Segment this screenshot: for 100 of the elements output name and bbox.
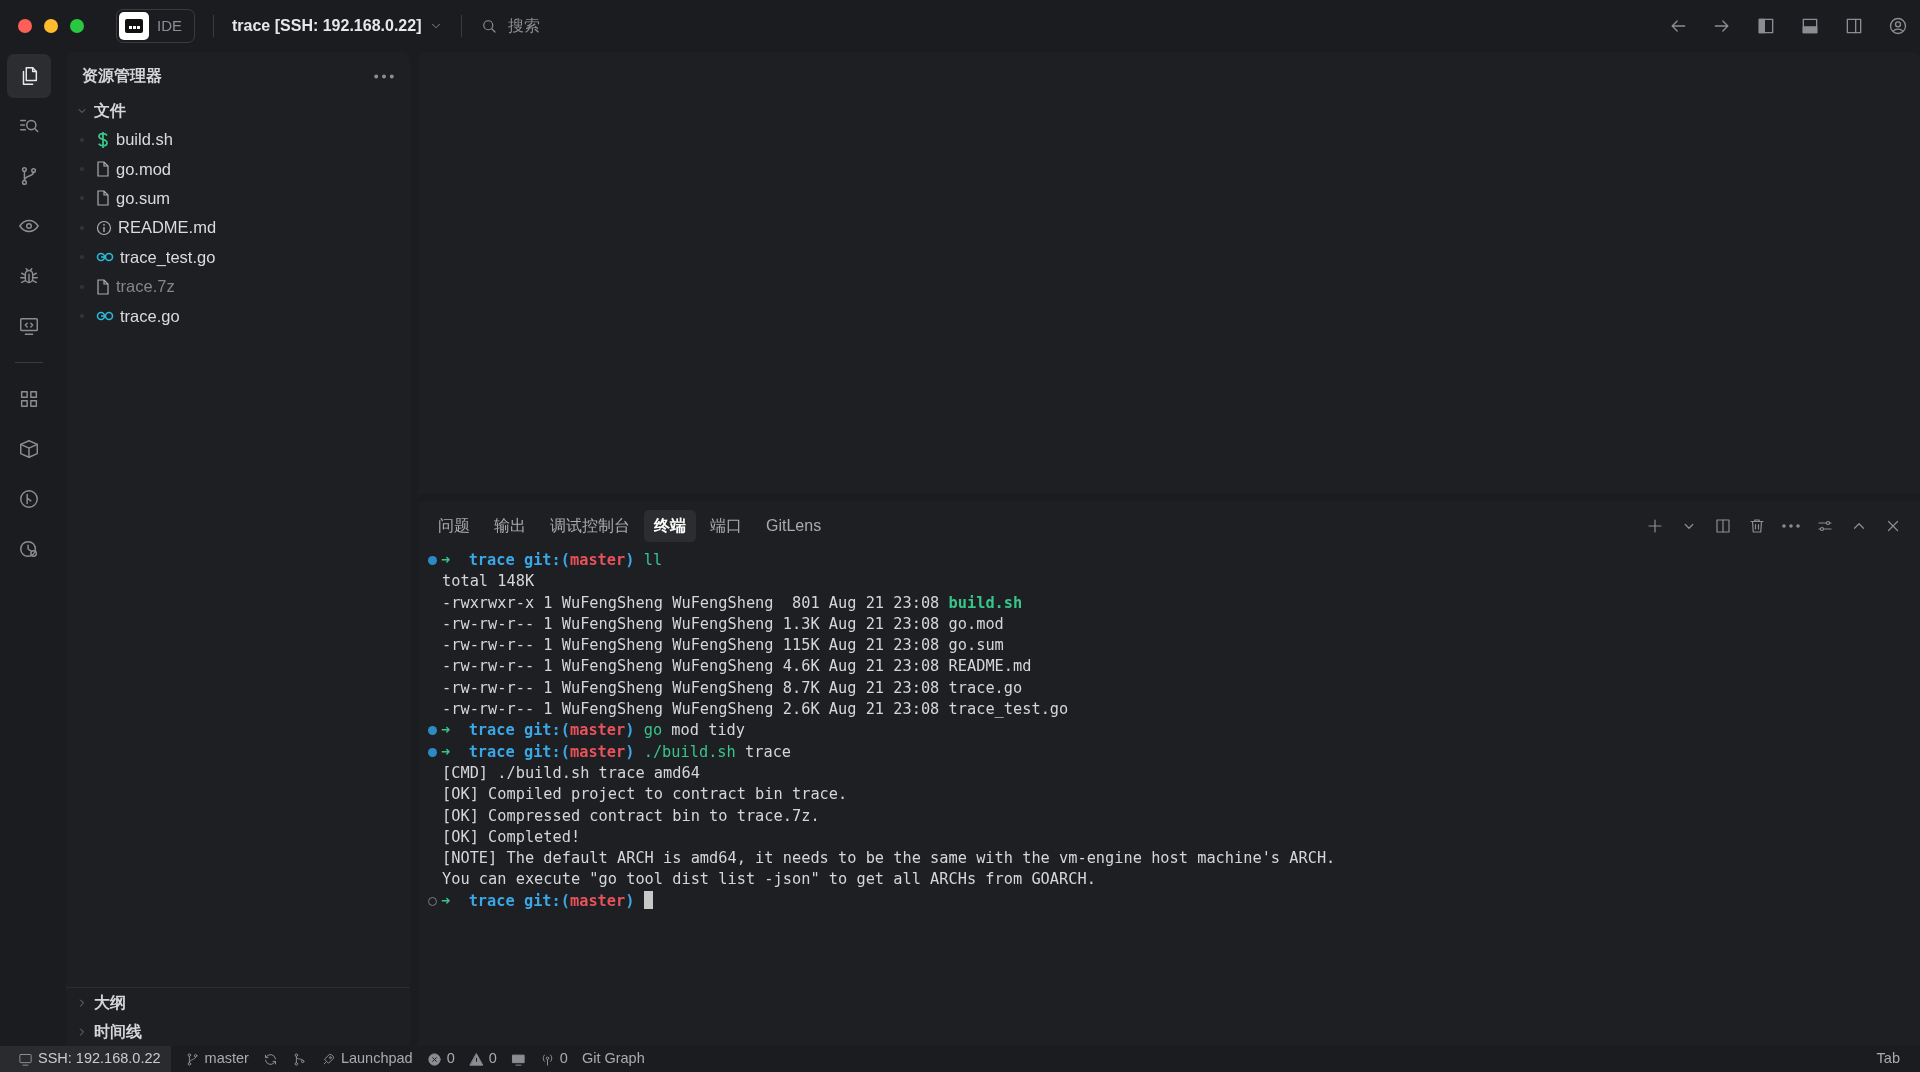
command-name: ll	[643, 551, 663, 569]
go-file-icon	[96, 251, 114, 264]
file-name[interactable]: trace.go	[120, 303, 180, 329]
file-icon	[96, 190, 110, 207]
listed-file-name: go.mod	[948, 614, 1004, 633]
status-item[interactable]: SSH: 192.168.0.22	[0, 1046, 171, 1072]
package-icon	[18, 438, 40, 460]
status-item[interactable]: 0	[539, 1048, 568, 1070]
warning-icon	[468, 1051, 484, 1067]
prompt-arrow: ➜	[441, 551, 451, 569]
sync-icon[interactable]	[262, 1051, 278, 1067]
command-argument: trace	[745, 742, 792, 761]
status-item[interactable]: Launchpad	[320, 1048, 413, 1070]
status-item[interactable]: Git Graph	[581, 1048, 645, 1070]
close-button[interactable]	[18, 19, 32, 33]
plus-icon[interactable]	[1646, 517, 1664, 535]
panel-tab[interactable]: 输出	[484, 510, 536, 542]
listed-file-name: trace_test.go	[948, 700, 1069, 719]
split-icon[interactable]	[1714, 517, 1732, 535]
status-item[interactable]: 0	[468, 1048, 497, 1070]
terminal-output: [OK] Compressed contract bin to trace.7z.	[441, 806, 820, 825]
grid-icon	[18, 388, 40, 410]
window-title[interactable]: trace [SSH: 192.168.0.22]	[232, 14, 422, 38]
prompt-git-label: )	[625, 891, 635, 910]
panel-tab[interactable]: 问题	[428, 510, 480, 542]
trash-icon[interactable]	[1748, 517, 1766, 535]
section-header[interactable]: 大纲	[66, 988, 136, 1017]
file-icon	[96, 161, 110, 178]
monitor-icon	[18, 315, 40, 337]
prompt-git-label: git:(	[523, 551, 570, 569]
terminal-output: -rw-rw-r-- 1 WuFengSheng WuFengSheng 4.6K Aug 21 23:08	[441, 657, 940, 676]
listed-file-name: README.md	[948, 657, 1032, 676]
terminal-output: [NOTE] The default ARCH is amd64, it needs to be the same with the vm-engine host machine's ARCH.	[441, 849, 1336, 868]
prompt-arrow: ➜	[441, 721, 451, 740]
terminal-output: -rw-rw-r-- 1 WuFengSheng WuFengSheng 8.7K Aug 21 23:08	[441, 678, 940, 697]
file-name[interactable]: README.md	[118, 215, 217, 241]
file-name[interactable]: trace_test.go	[120, 244, 216, 270]
prompt-branch: master	[570, 721, 626, 740]
prompt-git-label: git:(	[523, 742, 570, 761]
prompt-branch: master	[570, 742, 626, 761]
antenna-icon	[539, 1051, 555, 1067]
terminal-output: You can execute "go tool dist list -json" to get all ARCHs from GOARCH.	[441, 870, 1096, 889]
more-icon[interactable]	[1782, 524, 1800, 528]
terminal-output: -rw-rw-r-- 1 WuFengSheng WuFengSheng 1.3K Aug 21 23:08	[441, 614, 940, 633]
terminal-output: total 148K	[441, 572, 535, 591]
section-header[interactable]: 文件	[66, 96, 410, 125]
prompt-git-label: )	[625, 721, 635, 740]
terminal-output: [CMD] ./build.sh trace amd64	[441, 763, 700, 782]
file-name[interactable]: go.sum	[116, 186, 171, 211]
panel-layout-icon[interactable]	[1800, 16, 1820, 36]
section-header[interactable]: 时间线	[66, 1017, 152, 1046]
minimize-button[interactable]	[44, 19, 58, 33]
account-icon[interactable]	[1888, 16, 1908, 36]
dollar-icon	[96, 130, 110, 149]
command-name: ./build.sh	[643, 742, 736, 761]
prompt-git-label: git:(	[523, 721, 570, 740]
terminal-output: -rwxrwxr-x 1 WuFengSheng WuFengSheng 801 Aug 21 23:08	[441, 593, 940, 612]
more-icon[interactable]	[374, 73, 394, 79]
terminal-output: -rw-rw-r-- 1 WuFengSheng WuFengSheng 115K Aug 21 23:08	[441, 636, 940, 655]
prompt-arrow: ➜	[441, 891, 451, 910]
clock-icon	[18, 538, 40, 560]
sidebar-title: 资源管理器	[82, 66, 162, 86]
prompt-directory: trace	[468, 551, 515, 569]
panel-tab[interactable]: 调试控制台	[540, 510, 640, 542]
search-field[interactable]: 搜索	[506, 13, 747, 39]
prompt-directory: trace	[468, 721, 515, 740]
terminal-output: [OK] Compiled project to contract bin trace.	[441, 785, 848, 804]
go-file-icon	[96, 310, 114, 323]
prompt-branch: master	[570, 891, 626, 910]
status-item[interactable]: master	[184, 1048, 249, 1070]
info-icon	[96, 219, 112, 236]
prompt-git-label: )	[625, 742, 635, 761]
prompt-git-label: )	[625, 551, 635, 569]
screen-icon[interactable]	[510, 1051, 526, 1067]
file-name[interactable]: build.sh	[116, 127, 173, 153]
file-name[interactable]: trace.7z	[116, 274, 175, 299]
file-name[interactable]: go.mod	[116, 156, 172, 182]
panel-tab[interactable]: GitLens	[756, 510, 832, 542]
terminal-output: -rw-rw-r-- 1 WuFengSheng WuFengSheng 2.6K Aug 21 23:08	[441, 700, 940, 719]
command-name: go	[643, 721, 663, 740]
prompt-directory: trace	[468, 742, 515, 761]
listed-file-name: build.sh	[948, 593, 1023, 612]
listed-file-name: go.sum	[948, 636, 1004, 655]
monitor-icon	[18, 1051, 33, 1067]
ide-icon[interactable]	[119, 12, 149, 40]
prompt-git-label: git:(	[523, 891, 570, 910]
prompt-branch: master	[570, 551, 626, 569]
command-argument: mod tidy	[671, 721, 745, 740]
prompt-arrow: ➜	[441, 742, 451, 761]
maximize-button[interactable]	[70, 19, 84, 33]
listed-file-name: trace.go	[948, 678, 1023, 697]
terminal-output: [OK] Completed!	[441, 827, 581, 846]
secondary-sidebar-icon[interactable]	[1844, 16, 1864, 36]
sidebar-layout-icon[interactable]	[1756, 16, 1776, 36]
panel-tab[interactable]: 终端	[644, 510, 696, 542]
status-item: Tab	[1876, 1049, 1900, 1069]
files-tab[interactable]	[7, 54, 51, 98]
status-item[interactable]: 0	[426, 1048, 455, 1070]
panel-tab[interactable]: 端口	[700, 510, 752, 542]
error-icon	[426, 1051, 442, 1067]
